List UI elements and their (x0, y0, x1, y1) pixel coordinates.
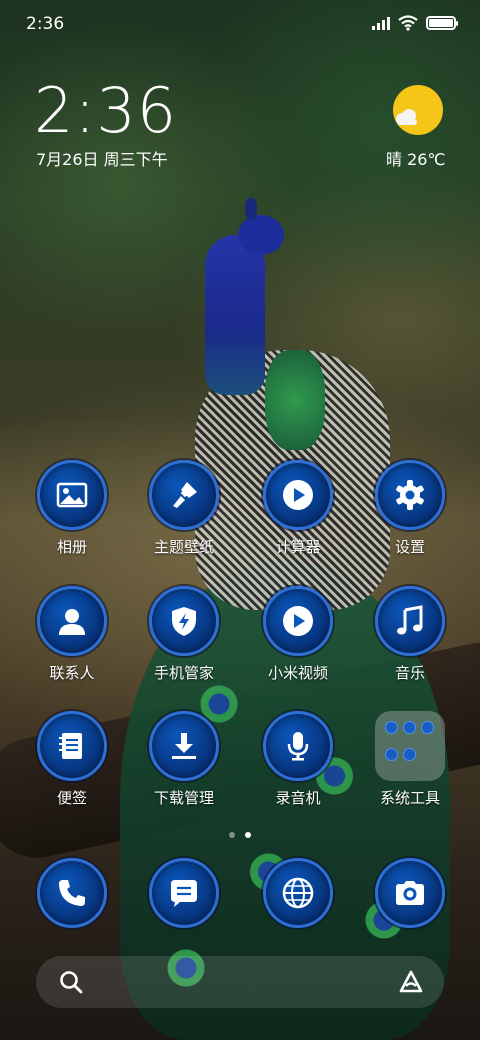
app-mi-video[interactable]: 小米视频 (250, 586, 346, 683)
browser-icon[interactable] (263, 858, 333, 928)
weather-text[interactable]: 晴 26℃ (386, 146, 445, 170)
play-icon[interactable] (263, 460, 333, 530)
clock-date[interactable]: 7月26日 周三下午 (36, 146, 168, 170)
assistant-icon[interactable] (398, 969, 424, 995)
app-calculator[interactable]: 计算器 (250, 460, 346, 557)
brush-icon[interactable] (149, 460, 219, 530)
microphone-icon[interactable] (263, 711, 333, 781)
phone-icon[interactable] (37, 858, 107, 928)
app-settings[interactable]: 设置 (362, 460, 458, 557)
app-label: 联系人 (49, 664, 95, 682)
app-label: 设置 (394, 538, 425, 556)
status-icons (372, 15, 458, 31)
search-icon[interactable] (58, 969, 84, 995)
folder-icon[interactable] (375, 711, 445, 781)
signal-icon (372, 16, 390, 30)
battery-icon (426, 16, 458, 30)
dock-browser[interactable] (250, 858, 346, 928)
app-label: 系统工具 (379, 789, 440, 807)
app-music[interactable]: 音乐 (362, 586, 458, 683)
page-indicator[interactable] (0, 832, 480, 838)
download-icon[interactable] (149, 711, 219, 781)
gallery-icon[interactable] (37, 460, 107, 530)
clock-time[interactable]: 2:36 (34, 74, 177, 147)
person-icon[interactable] (37, 586, 107, 656)
dock-messages[interactable] (136, 858, 232, 928)
play-icon[interactable] (263, 586, 333, 656)
app-recorder[interactable]: 录音机 (250, 711, 346, 808)
gear-icon[interactable] (375, 460, 445, 530)
app-label: 下载管理 (153, 789, 214, 807)
app-label: 主题壁纸 (153, 538, 214, 556)
app-label: 录音机 (275, 789, 321, 807)
app-label: 计算器 (275, 538, 321, 556)
app-label: 手机管家 (153, 664, 214, 682)
status-time: 2:36 (26, 14, 65, 34)
app-downloads[interactable]: 下载管理 (136, 711, 232, 808)
page-dot-active[interactable] (245, 832, 251, 838)
page-dot[interactable] (229, 832, 235, 838)
app-notes[interactable]: 便签 (24, 711, 120, 808)
app-tools-folder[interactable]: 系统工具 (362, 711, 458, 808)
messages-icon[interactable] (149, 858, 219, 928)
app-contacts[interactable]: 联系人 (24, 586, 120, 683)
app-label: 音乐 (394, 664, 425, 682)
app-label: 相册 (56, 538, 87, 556)
dock-camera[interactable] (362, 858, 458, 928)
app-label: 小米视频 (267, 664, 328, 682)
app-gallery[interactable]: 相册 (24, 460, 120, 557)
app-label: 便签 (56, 789, 87, 807)
wifi-icon (398, 15, 418, 31)
dock-phone[interactable] (24, 858, 120, 928)
app-themes[interactable]: 主题壁纸 (136, 460, 232, 557)
shield-icon[interactable] (149, 586, 219, 656)
search-bar[interactable] (36, 956, 444, 1008)
notepad-icon[interactable] (37, 711, 107, 781)
music-note-icon[interactable] (375, 586, 445, 656)
app-security[interactable]: 手机管家 (136, 586, 232, 683)
camera-icon[interactable] (375, 858, 445, 928)
sun-cloud-icon[interactable] (392, 84, 444, 136)
status-bar: 2:36 (0, 0, 480, 48)
